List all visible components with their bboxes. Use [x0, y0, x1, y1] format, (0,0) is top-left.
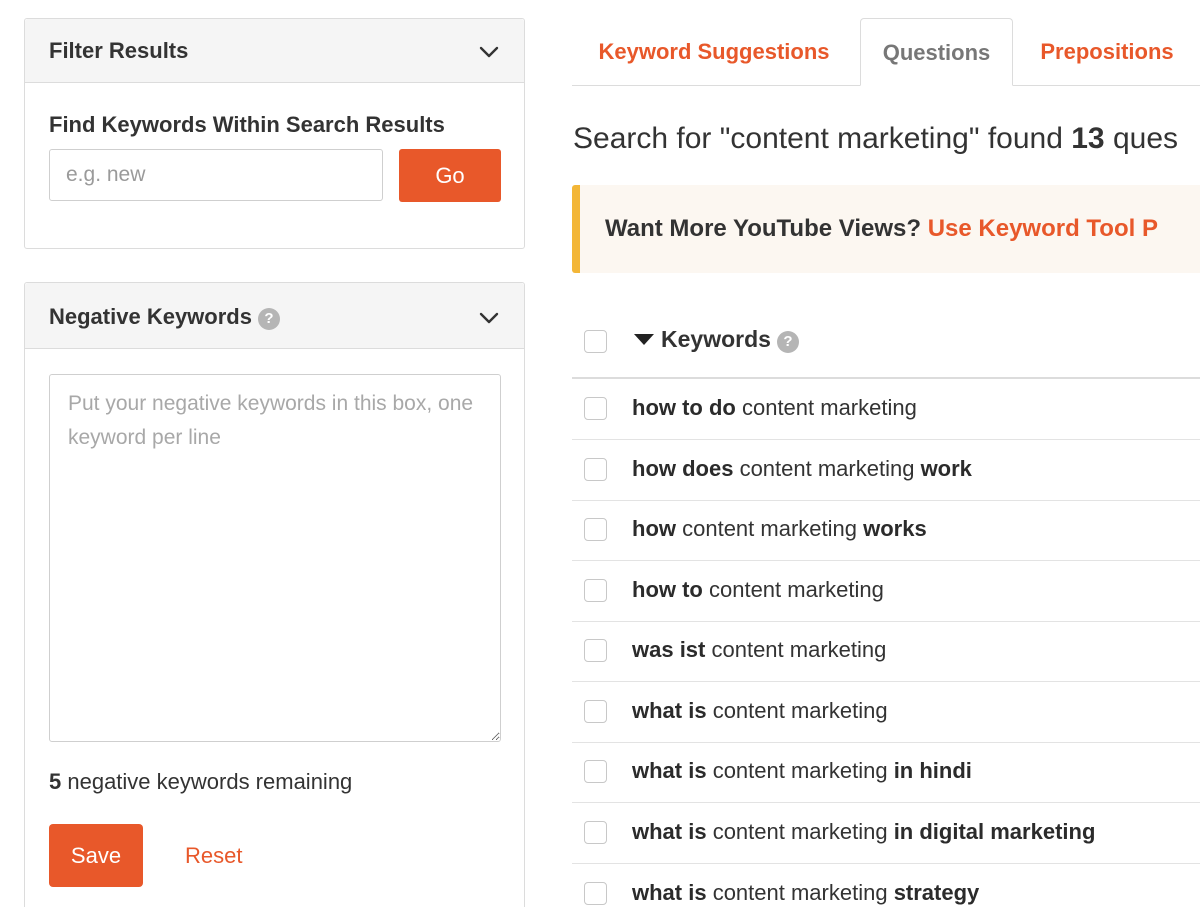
remaining-text: negative keywords remaining — [61, 769, 353, 794]
sort-down-icon[interactable] — [634, 334, 654, 345]
chevron-down-icon[interactable] — [478, 41, 500, 63]
keyword-text[interactable]: what is content marketing in hindi — [632, 758, 972, 784]
keyword-prefix: what is — [632, 819, 707, 844]
keyword-core: content marketing — [706, 819, 894, 844]
row-checkbox[interactable] — [584, 639, 607, 662]
keyword-prefix: what is — [632, 880, 707, 905]
keyword-prefix: how — [632, 516, 676, 541]
select-all-checkbox[interactable] — [584, 330, 607, 353]
table-row[interactable]: how content marketing works — [572, 500, 1200, 561]
keyword-text[interactable]: how content marketing works — [632, 516, 927, 542]
row-checkbox[interactable] — [584, 397, 607, 420]
filter-results-header[interactable]: Filter Results — [25, 19, 524, 83]
promo-message: Want More YouTube Views? — [605, 215, 928, 242]
reset-link[interactable]: Reset — [185, 843, 242, 869]
row-checkbox[interactable] — [584, 458, 607, 481]
keyword-core: content marketing — [735, 395, 917, 420]
row-checkbox[interactable] — [584, 700, 607, 723]
tab-questions[interactable]: Questions — [860, 18, 1013, 86]
chevron-down-icon[interactable] — [478, 307, 500, 329]
save-button[interactable]: Save — [49, 824, 143, 887]
keyword-suffix: work — [920, 456, 972, 481]
keyword-prefix: how to — [632, 577, 703, 602]
keywords-column-header[interactable]: Keywords? — [661, 326, 799, 353]
keyword-core: content marketing — [676, 516, 864, 541]
keyword-suffix: in digital marketing — [893, 819, 1096, 844]
table-row[interactable]: what is content marketing — [572, 682, 1200, 743]
keyword-prefix: how does — [632, 456, 734, 481]
negative-keywords-title: Negative Keywords? — [49, 304, 280, 330]
row-checkbox[interactable] — [584, 882, 607, 905]
keyword-text[interactable]: what is content marketing — [632, 698, 888, 724]
go-button[interactable]: Go — [399, 149, 501, 202]
promo-text: Want More YouTube Views? Use Keyword Too… — [605, 215, 1158, 243]
help-icon[interactable]: ? — [776, 331, 799, 353]
table-row[interactable]: what is content marketing strategy — [572, 864, 1200, 907]
keyword-suffix: works — [863, 516, 927, 541]
promo-banner: Want More YouTube Views? Use Keyword Too… — [572, 185, 1200, 273]
keyword-core: content marketing — [733, 456, 921, 481]
negative-keywords-header[interactable]: Negative Keywords? — [25, 283, 524, 349]
keyword-text[interactable]: how does content marketing work — [632, 456, 972, 482]
negative-keywords-textarea[interactable] — [49, 374, 501, 742]
keywords-column-label: Keywords — [661, 326, 771, 352]
remaining-count: 5 — [49, 769, 62, 794]
keyword-core: content marketing — [706, 880, 894, 905]
keyword-prefix: was ist — [632, 637, 706, 662]
summary-count: 13 — [1071, 122, 1105, 155]
tab-prepositions[interactable]: Prepositions — [1024, 18, 1190, 86]
keyword-prefix: how to do — [632, 395, 736, 420]
keyword-prefix: what is — [632, 758, 707, 783]
keyword-core: content marketing — [702, 577, 884, 602]
keyword-core: content marketing — [706, 698, 888, 723]
keyword-suffix: in hindi — [893, 758, 972, 783]
table-row[interactable]: how to do content marketing — [572, 379, 1200, 440]
filter-results-panel: Filter Results Find Keywords Within Sear… — [24, 18, 525, 249]
row-checkbox[interactable] — [584, 518, 607, 541]
find-keywords-label: Find Keywords Within Search Results — [49, 112, 445, 137]
row-checkbox[interactable] — [584, 821, 607, 844]
negative-keywords-remaining: 5 negative keywords remaining — [49, 769, 352, 795]
table-row[interactable]: how does content marketing work — [572, 440, 1200, 501]
table-row[interactable]: how to content marketing — [572, 561, 1200, 622]
negative-keywords-panel: Negative Keywords? 5 negative keywords r… — [24, 282, 525, 907]
keyword-text[interactable]: what is content marketing in digital mar… — [632, 819, 1095, 845]
promo-link[interactable]: Use Keyword Tool P — [928, 215, 1158, 242]
keyword-text[interactable]: was ist content marketing — [632, 637, 886, 663]
filter-results-title: Filter Results — [49, 38, 189, 63]
table-row[interactable]: was ist content marketing — [572, 621, 1200, 682]
summary-prefix: Search for "content marketing" found — [573, 122, 1072, 155]
table-row[interactable]: what is content marketing in hindi — [572, 742, 1200, 803]
keyword-prefix: what is — [632, 698, 707, 723]
keyword-suffix: strategy — [893, 880, 980, 905]
keyword-text[interactable]: what is content marketing strategy — [632, 880, 979, 906]
summary-suffix: ques — [1104, 122, 1179, 155]
keyword-text[interactable]: how to do content marketing — [632, 395, 917, 421]
tab-keyword-suggestions[interactable]: Keyword Suggestions — [580, 18, 848, 86]
negative-keywords-title-text: Negative Keywords — [49, 304, 252, 329]
keywords-table-header: Keywords? — [572, 300, 1200, 379]
keyword-text[interactable]: how to content marketing — [632, 577, 884, 603]
keyword-core: content marketing — [705, 637, 887, 662]
row-checkbox[interactable] — [584, 579, 607, 602]
help-icon[interactable]: ? — [257, 308, 280, 330]
find-keywords-input[interactable] — [49, 149, 383, 201]
keyword-core: content marketing — [706, 758, 894, 783]
table-row[interactable]: what is content marketing in digital mar… — [572, 803, 1200, 864]
row-checkbox[interactable] — [584, 760, 607, 783]
search-summary: Search for "content marketing" found 13 … — [573, 122, 1178, 156]
